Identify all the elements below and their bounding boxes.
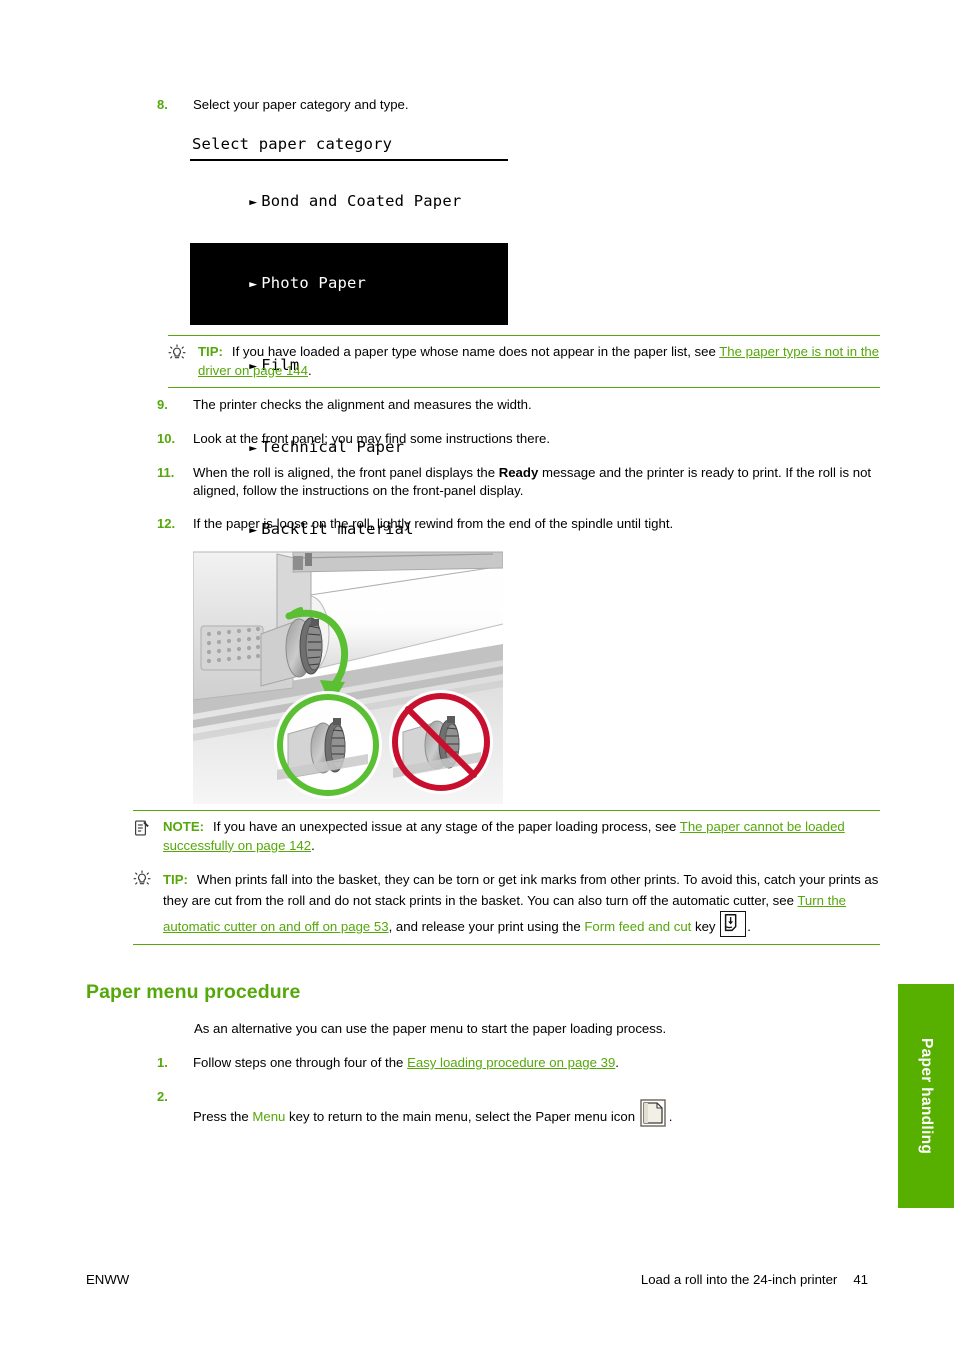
list-item-step-10: 10. Look at the front panel; you may fin…: [157, 430, 877, 448]
list-item-menu-step-2: 2. Press the Menu key to return to the m…: [157, 1088, 887, 1128]
step-text-before: Press the: [193, 1109, 253, 1124]
list-item-step-12: 12. If the paper is loose on the roll, l…: [157, 515, 882, 533]
manual-page: 8. Select your paper category and type. …: [0, 0, 954, 1350]
ready-message-emphasis: Ready: [498, 465, 539, 480]
tip-body-before: If you have loaded a paper type whose na…: [231, 344, 720, 359]
tip2-body-after: key: [691, 919, 720, 934]
section-intro-text: As an alternative you can use the paper …: [194, 1021, 667, 1036]
tip-body-after: .: [307, 362, 312, 378]
step-number: 2.: [157, 1089, 168, 1104]
step-number: 10.: [157, 431, 176, 446]
chevron-right-icon: ►: [249, 195, 258, 210]
step-number: 12.: [157, 516, 176, 531]
note-body-before: If you have an unexpected issue at any s…: [213, 819, 680, 834]
footer-left-label: ENWW: [86, 1272, 130, 1287]
footer-right: Load a roll into the 24-inch printer 41: [641, 1272, 868, 1287]
note-body-after: .: [311, 837, 315, 853]
step-number: 8.: [157, 97, 168, 112]
step-text: When the roll is aligned, the front pane…: [193, 464, 882, 499]
form-feed-and-cut-key-name: Form feed and cut: [584, 919, 692, 934]
step-text: Select your paper category and type.: [193, 97, 409, 112]
side-tab-paper-handling: Paper handling: [898, 984, 954, 1208]
tip-callout-basket-prints: TIP: When prints fall into the basket, th…: [133, 862, 880, 945]
tip2-text: TIP: When prints fall into the basket, th…: [163, 869, 880, 937]
lightbulb-icon: [133, 870, 163, 888]
list-item-step-8: 8. Select your paper category and type.: [157, 96, 857, 114]
step-text-after: .: [615, 1055, 619, 1070]
footer-chapter-title: Load a roll into the 24-inch printer: [640, 1272, 838, 1287]
step-number: 9.: [157, 397, 168, 412]
list-item-step-9: 9. The printer checks the alignment and …: [157, 396, 877, 414]
front-panel-title: Select paper category: [190, 131, 508, 161]
form-feed-and-cut-key-icon[interactable]: [720, 911, 747, 937]
front-panel-item-label: Bond and Coated Paper: [261, 192, 462, 210]
note-label: NOTE:: [163, 819, 205, 834]
step-text-after: .: [668, 1109, 673, 1124]
step-text: Look at the front panel; you may find so…: [193, 431, 550, 446]
page-section-heading: Paper menu procedure: [86, 981, 301, 1003]
tip-label: TIP:: [198, 344, 223, 359]
lightbulb-icon: [168, 344, 198, 362]
list-item-menu-step-1: 1. Follow steps one through four of the …: [157, 1054, 877, 1072]
front-panel-item-photo-paper[interactable]: ► Photo Paper: [190, 243, 508, 325]
step-text-before: When the roll is aligned, the front pane…: [193, 465, 499, 480]
step-number: 11.: [157, 465, 175, 480]
step-text: The printer checks the alignment and mea…: [193, 397, 532, 412]
tip2-body-mid: , and release your print using the: [388, 919, 585, 934]
menu-key-name: Menu: [252, 1109, 286, 1124]
paper-menu-document-icon[interactable]: [640, 1098, 668, 1128]
step-text: Follow steps one through four of the Eas…: [193, 1054, 619, 1072]
tip2-label: TIP:: [163, 872, 188, 887]
tip-text: TIP: If you have loaded a paper type whos…: [198, 343, 880, 380]
side-tab-label: Paper handling: [918, 1037, 935, 1155]
spindle-rewind-illustration: [192, 548, 504, 804]
note-text: NOTE: If you have an unexpected issue at …: [163, 818, 880, 855]
note-clipboard-icon: [133, 819, 163, 837]
easy-loading-procedure-link[interactable]: Easy loading procedure on page 39: [407, 1055, 615, 1070]
note-callout-loading-issue: NOTE: If you have an unexpected issue at …: [133, 810, 880, 862]
step-text-before: Follow steps one through four of the: [193, 1055, 408, 1070]
tip-callout-paper-type: TIP: If you have loaded a paper type whos…: [168, 335, 880, 388]
tip2-body-end: .: [747, 919, 751, 934]
chevron-right-icon: ►: [249, 277, 258, 292]
list-item-step-11: 11. When the roll is aligned, the front …: [157, 464, 882, 499]
front-panel-item-label: Photo Paper: [261, 274, 367, 292]
tip2-body-before: When prints fall into the basket, they c…: [163, 872, 879, 908]
footer-page-number: 41: [853, 1272, 868, 1287]
step-text: Press the Menu key to return to the main…: [193, 1088, 672, 1128]
step-text-mid: key to return to the main menu, select t…: [285, 1109, 639, 1124]
step-number: 1.: [157, 1055, 168, 1070]
step-text: If the paper is loose on the roll, light…: [193, 516, 674, 531]
front-panel-item-bond-and-coated-paper[interactable]: ► Bond and Coated Paper: [190, 161, 508, 243]
